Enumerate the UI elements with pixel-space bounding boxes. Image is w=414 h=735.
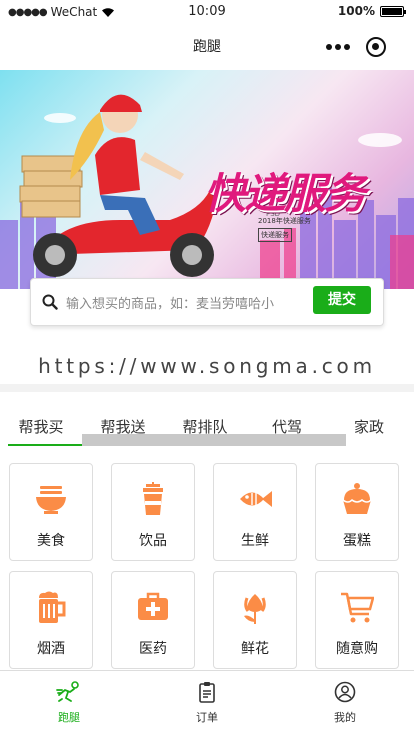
- category-shop-anything[interactable]: 随意购: [315, 571, 399, 669]
- tabbar-orders[interactable]: 订单: [138, 681, 276, 725]
- tabbar-errand[interactable]: 跑腿: [0, 681, 138, 725]
- category-label: 美食: [37, 533, 65, 549]
- clipboard-icon: [199, 682, 215, 703]
- banner-caption: 2018年快递服务: [258, 217, 311, 225]
- search-icon: [42, 294, 58, 310]
- submit-button[interactable]: 提交: [313, 286, 371, 314]
- category-label: 鲜花: [241, 641, 269, 657]
- battery-info: 100%: [337, 4, 406, 18]
- service-tabs: 帮我买 帮我送 帮排队 代驾 家政: [0, 410, 414, 446]
- tabbar-label: 我的: [334, 711, 356, 724]
- courier-scooter-illustration: [19, 94, 218, 277]
- category-label: 蛋糕: [343, 533, 371, 549]
- close-mini-program-icon[interactable]: [366, 37, 386, 57]
- banner-title: 快递服务: [204, 169, 366, 218]
- navigation-bar: 跑腿: [0, 24, 414, 68]
- noodle-bowl-icon: [36, 486, 66, 514]
- battery-icon: [380, 5, 406, 17]
- tabbar-label: 跑腿: [58, 711, 80, 724]
- tabs-scrollbar[interactable]: [82, 434, 346, 446]
- cake-icon: [342, 483, 372, 514]
- search-bar: 输入想买的商品，如：麦当劳嘻哈小 提交: [30, 278, 384, 326]
- category-flowers[interactable]: 鲜花: [213, 571, 297, 669]
- flower-icon: [244, 594, 266, 624]
- category-label: 随意购: [336, 641, 378, 657]
- category-medicine[interactable]: 医药: [111, 571, 195, 669]
- category-cake[interactable]: 蛋糕: [315, 463, 399, 561]
- bottom-tab-bar: 跑腿 订单 我的: [0, 670, 414, 735]
- category-label: 烟酒: [37, 641, 65, 657]
- medical-kit-icon: [138, 592, 168, 620]
- active-tab-indicator: [8, 444, 82, 446]
- category-label: 饮品: [139, 533, 167, 549]
- tab-help-buy[interactable]: 帮我买: [0, 416, 82, 437]
- category-fresh[interactable]: 生鲜: [213, 463, 297, 561]
- category-drinks[interactable]: 饮品: [111, 463, 195, 561]
- more-options-icon[interactable]: [318, 44, 358, 50]
- mini-program-capsule: [318, 32, 400, 62]
- tabbar-label: 订单: [196, 711, 218, 724]
- category-label: 医药: [139, 641, 167, 657]
- category-food[interactable]: 美食: [9, 463, 93, 561]
- category-tobacco-alcohol[interactable]: 烟酒: [9, 571, 93, 669]
- drink-cup-icon: [143, 482, 163, 515]
- person-icon: [334, 681, 356, 703]
- category-label: 生鲜: [241, 533, 269, 549]
- fish-icon: [240, 491, 272, 507]
- tabbar-profile[interactable]: 我的: [276, 681, 414, 725]
- shopping-cart-icon: [341, 592, 374, 623]
- search-input[interactable]: 输入想买的商品，如：麦当劳嘻哈小: [66, 293, 306, 312]
- watermark-url: https://www.songma.com: [38, 354, 376, 378]
- promo-banner[interactable]: PSD 快递服务 2018年快递服务 快递服务: [0, 70, 414, 289]
- banner-caption-box: 快递服务: [258, 228, 292, 242]
- battery-percent: 100%: [337, 4, 375, 18]
- status-bar: ●●●●● WeChat 10:09 100%: [0, 0, 414, 24]
- runner-icon: [56, 681, 79, 702]
- beer-mug-icon: [39, 591, 66, 623]
- section-divider: [0, 384, 414, 392]
